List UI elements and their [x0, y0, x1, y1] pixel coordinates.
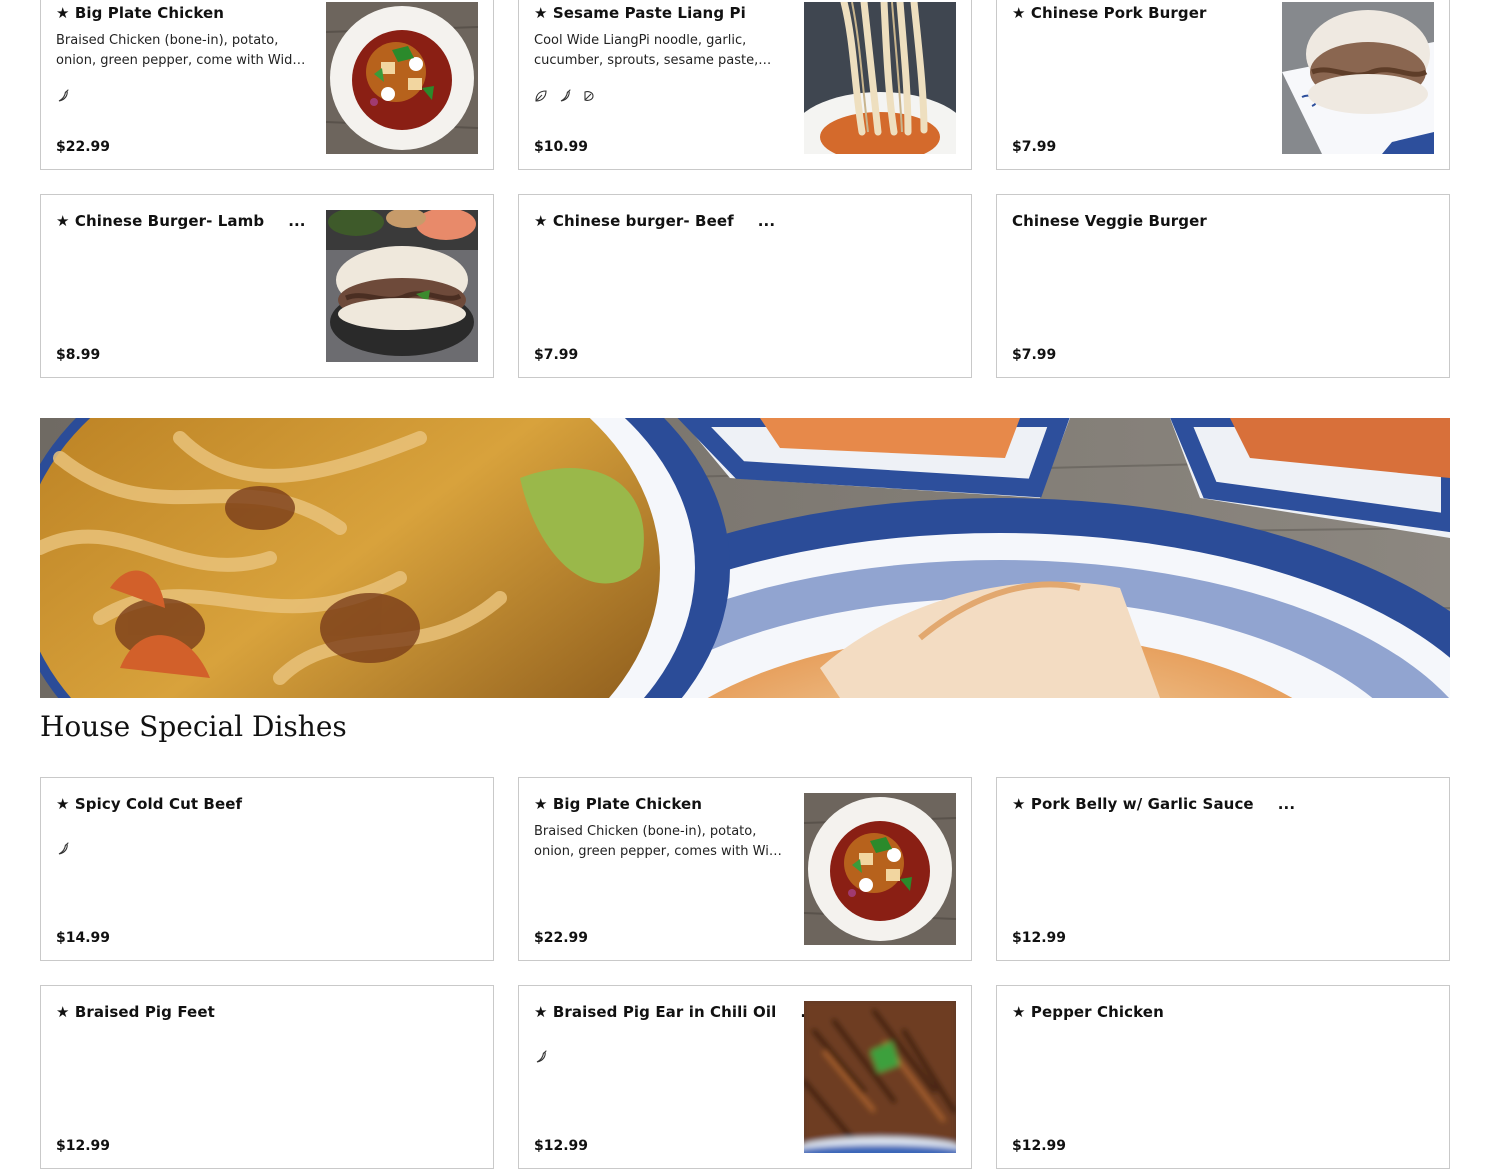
menu-item-name: ★ Chinese Burger- Lamb... — [56, 212, 306, 230]
menu-item-price: $8.99 — [56, 347, 101, 363]
menu-item-name-text: ★ Braised Pig Feet — [56, 1003, 215, 1021]
dietary-icons — [534, 1050, 548, 1064]
menu-item-name-text: ★ Spicy Cold Cut Beef — [56, 795, 243, 813]
menu-item-name: ★ Braised Pig Feet — [56, 1003, 215, 1021]
menu-item-name-text: ★ Big Plate Chicken — [534, 795, 703, 813]
menu-item-name-text: ★ Sesame Paste Liang Pi — [534, 4, 746, 22]
chili-icon — [56, 89, 70, 103]
menu-item-image — [326, 210, 478, 362]
menu-page: ★ Big Plate Chicken Braised Chicken (bone… — [0, 0, 1490, 1174]
menu-item-name: ★ Chinese Pork Burger — [1012, 4, 1207, 22]
menu-item-price: $7.99 — [1012, 347, 1057, 363]
vegan-icon — [582, 89, 596, 103]
chili-icon — [534, 1050, 548, 1064]
menu-item-name-more: ... — [757, 212, 776, 230]
chili-icon — [558, 89, 572, 103]
menu-item-card[interactable]: ★ Pepper Chicken $12.99 — [996, 985, 1450, 1169]
menu-item-image — [804, 1001, 956, 1153]
menu-item-image — [1282, 2, 1434, 154]
menu-item-card[interactable]: ★ Big Plate Chicken Braised Chicken (bone… — [518, 777, 972, 961]
menu-item-name-text: ★ Braised Pig Ear in Chili Oil — [534, 1003, 777, 1021]
menu-item-name: ★ Sesame Paste Liang Pi — [534, 4, 746, 22]
menu-item-image — [804, 793, 956, 945]
menu-item-card[interactable]: ★ Chinese burger- Beef... $7.99 — [518, 194, 972, 378]
menu-item-description: Cool Wide LiangPi noodle, garlic, cucumb… — [534, 33, 759, 68]
menu-item-card[interactable]: ★ Sesame Paste Liang Pi Cool Wide LiangPi… — [518, 0, 972, 170]
menu-grid-top: ★ Big Plate Chicken Braised Chicken (bone… — [40, 0, 1450, 378]
menu-item-price: $12.99 — [1012, 1138, 1067, 1154]
menu-item-name-text: ★ Pepper Chicken — [1012, 1003, 1164, 1021]
section-banner-image — [40, 418, 1450, 698]
menu-item-price: $14.99 — [56, 930, 111, 946]
menu-item-price: $12.99 — [1012, 930, 1067, 946]
dietary-icons — [534, 89, 596, 103]
menu-item-price: $12.99 — [534, 1138, 589, 1154]
menu-item-name: ★ Pepper Chicken — [1012, 1003, 1164, 1021]
menu-item-price: $7.99 — [1012, 139, 1057, 155]
menu-item-image — [326, 2, 478, 154]
dietary-icons — [56, 842, 70, 856]
section-title-house-special: House Special Dishes — [40, 710, 347, 743]
menu-item-name-text: Chinese Veggie Burger — [1012, 212, 1207, 230]
leaf-icon — [534, 89, 548, 103]
menu-item-description: Braised Chicken (bone-in), potato, onion… — [534, 824, 786, 859]
menu-item-card[interactable]: ★ Braised Pig Ear in Chili Oil... $12.99 — [518, 985, 972, 1169]
menu-item-price: $22.99 — [56, 139, 111, 155]
menu-item-card[interactable]: ★ Braised Pig Feet $12.99 — [40, 985, 494, 1169]
menu-item-name-text: ★ Big Plate Chicken — [56, 4, 225, 22]
menu-item-name-text: ★ Chinese burger- Beef — [534, 212, 734, 230]
menu-item-description: Braised Chicken (bone-in), potato, onion… — [56, 33, 301, 68]
menu-item-card[interactable]: ★ Chinese Pork Burger $7.99 — [996, 0, 1450, 170]
menu-item-price: $12.99 — [56, 1138, 111, 1154]
menu-item-name-text: ★ Pork Belly w/ Garlic Sauce — [1012, 795, 1254, 813]
menu-item-name: ★ Chinese burger- Beef... — [534, 212, 775, 230]
menu-item-name: ★ Big Plate Chicken — [56, 4, 224, 22]
menu-item-price: $10.99 — [534, 139, 589, 155]
menu-item-card[interactable]: ★ Pork Belly w/ Garlic Sauce... $12.99 — [996, 777, 1450, 961]
menu-item-card[interactable]: ★ Spicy Cold Cut Beef $14.99 — [40, 777, 494, 961]
menu-item-name-text: ★ Chinese Burger- Lamb — [56, 212, 265, 230]
menu-item-name: ★ Braised Pig Ear in Chili Oil... — [534, 1003, 818, 1021]
menu-item-price: $22.99 — [534, 930, 589, 946]
menu-item-name-more: ... — [288, 212, 306, 230]
menu-grid-house-special: ★ Spicy Cold Cut Beef $14.99 ★ Big Plate C… — [40, 777, 1450, 1169]
chili-icon — [56, 842, 70, 856]
menu-item-name-text: ★ Chinese Pork Burger — [1012, 4, 1207, 22]
menu-item-price: $7.99 — [534, 347, 579, 363]
menu-item-name: ★ Spicy Cold Cut Beef — [56, 795, 242, 813]
menu-item-card[interactable]: ★ Chinese Burger- Lamb... $8.99 — [40, 194, 494, 378]
menu-item-name: ★ Big Plate Chicken — [534, 795, 702, 813]
menu-item-name: Chinese Veggie Burger — [1012, 212, 1207, 230]
dietary-icons — [56, 89, 70, 103]
menu-item-name: ★ Pork Belly w/ Garlic Sauce... — [1012, 795, 1295, 813]
menu-item-card[interactable]: Chinese Veggie Burger $7.99 — [996, 194, 1450, 378]
menu-item-card[interactable]: ★ Big Plate Chicken Braised Chicken (bone… — [40, 0, 494, 170]
menu-item-image — [804, 2, 956, 154]
menu-item-name-more: ... — [1277, 795, 1296, 813]
